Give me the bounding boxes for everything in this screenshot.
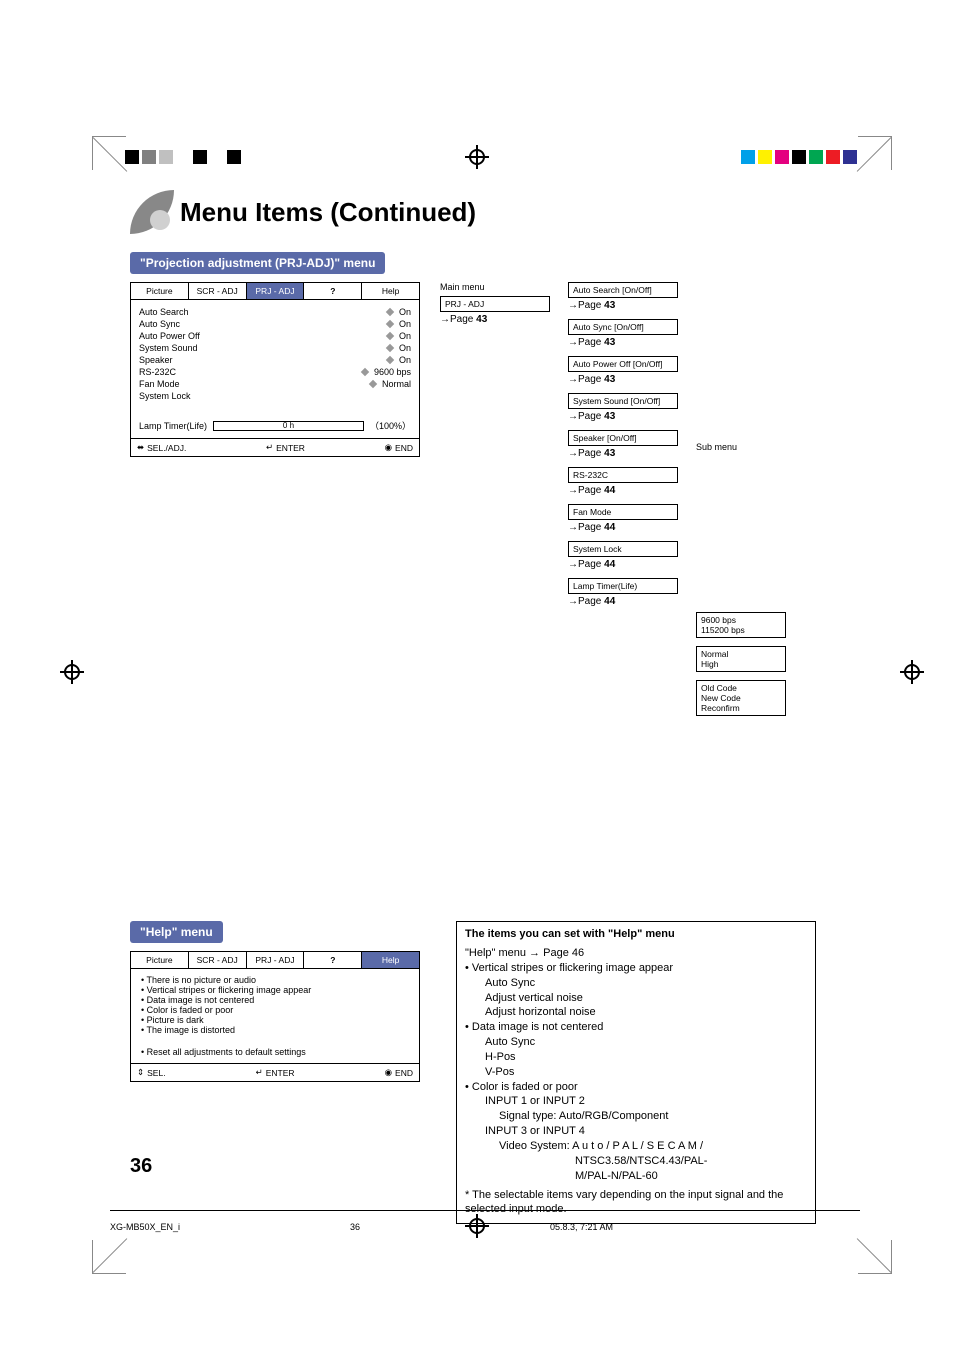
tree-pageref: →Page 43 <box>568 448 678 459</box>
help-reset: Reset all adjustments to default setting… <box>141 1047 409 1057</box>
reg-swatch <box>843 150 857 164</box>
tree-sub-node: 9600 bps115200 bps <box>696 612 786 638</box>
osd-row: Fan ModeNormal <box>139 378 411 390</box>
tree-sub-node: Old CodeNew CodeReconfirm <box>696 680 786 716</box>
tree-sub-label: Sub menu <box>696 442 786 452</box>
tree-node: Lamp Timer(Life) <box>568 578 678 594</box>
osd-tab: Help <box>362 952 419 968</box>
osd-tab: Picture <box>131 283 189 299</box>
reg-swatch <box>159 150 173 164</box>
help-osd-item: Data image is not centered <box>141 995 409 1005</box>
tree-main-label: Main menu <box>440 282 550 292</box>
reg-swatch <box>193 150 207 164</box>
osd-row: Auto Power OffOn <box>139 330 411 342</box>
prj-adj-section-label: "Projection adjustment (PRJ-ADJ)" menu <box>130 252 385 274</box>
tree-pageref: →Page 43 <box>568 374 678 385</box>
osd-tab: ? <box>304 283 362 299</box>
help-b1: Vertical stripes or flickering image app… <box>465 961 807 976</box>
help-items-box: The items you can set with "Help" menu "… <box>456 921 816 1224</box>
reg-swatch <box>176 150 190 164</box>
help-b2: Data image is not centered <box>465 1020 807 1035</box>
help-osd: PictureSCR - ADJPRJ - ADJ?Help There is … <box>130 951 420 1082</box>
menu-tree: Main menu PRJ - ADJ →Page 43 Auto Search… <box>440 282 786 761</box>
help-osd-item: Vertical stripes or flickering image app… <box>141 985 409 995</box>
help-note: * The selectable items vary depending on… <box>465 1188 807 1218</box>
help-osd-item: There is no picture or audio <box>141 975 409 985</box>
osd-tab: PRJ - ADJ <box>247 283 305 299</box>
help-osd-item: The image is distorted <box>141 1025 409 1035</box>
tree-pageref: →Page 44 <box>568 522 678 533</box>
prj-adj-osd: PictureSCR - ADJPRJ - ADJ?Help Auto Sear… <box>130 282 420 457</box>
tree-node: System Sound [On/Off] <box>568 393 678 409</box>
osd-tab: SCR - ADJ <box>189 283 247 299</box>
footer-end: ◉ END <box>385 442 413 453</box>
reg-swatch <box>809 150 823 164</box>
help-osd-item: Color is faded or poor <box>141 1005 409 1015</box>
crop-mark <box>92 136 126 170</box>
osd-row: Auto SearchOn <box>139 306 411 318</box>
tree-pageref: →Page 43 <box>568 337 678 348</box>
tree-pageref: →Page 43 <box>568 411 678 422</box>
osd-row: SpeakerOn <box>139 354 411 366</box>
osd-row: RS-232C9600 bps <box>139 366 411 378</box>
reg-swatch <box>142 150 156 164</box>
reg-swatch <box>826 150 840 164</box>
reg-swatch <box>792 150 806 164</box>
tree-pageref: →Page 43 <box>568 300 678 311</box>
footer-enter: ↵ ENTER <box>266 442 305 453</box>
footer-crosshair-icon <box>465 1214 489 1238</box>
center-crosshair-icon <box>465 145 489 169</box>
help-items-title: The items you can set with "Help" menu <box>465 928 807 940</box>
crop-mark <box>858 1240 892 1274</box>
reg-swatch <box>227 150 241 164</box>
tree-pageref: →Page 44 <box>568 559 678 570</box>
footer-sel: ⬌ SEL./ADJ. <box>137 442 186 453</box>
help-section-label: "Help" menu <box>130 921 223 943</box>
crop-mark <box>92 1240 126 1274</box>
page-title: Menu Items (Continued) <box>180 197 476 228</box>
tree-node: Speaker [On/Off] <box>568 430 678 446</box>
osd-row: System Lock <box>139 390 411 402</box>
side-crosshair-icon <box>60 660 84 684</box>
reg-swatch <box>210 150 224 164</box>
reg-swatch <box>125 150 139 164</box>
tree-pageref: →Page 43 <box>440 314 550 325</box>
tree-sub-node: NormalHigh <box>696 646 786 672</box>
reg-swatch <box>758 150 772 164</box>
side-crosshair-icon <box>900 660 924 684</box>
reg-swatch <box>741 150 755 164</box>
lamp-bar: 0 h <box>213 421 364 431</box>
help-intro: "Help" menu → Page 46 <box>465 946 807 961</box>
tree-node: System Lock <box>568 541 678 557</box>
lamp-label: Lamp Timer(Life) <box>139 421 207 431</box>
tree-node: Auto Sync [On/Off] <box>568 319 678 335</box>
title-bullet-icon <box>130 190 174 234</box>
tree-node: Auto Power Off [On/Off] <box>568 356 678 372</box>
footer-sel: ⇕ SEL. <box>137 1067 166 1078</box>
tree-node: RS-232C <box>568 467 678 483</box>
tree-node: Fan Mode <box>568 504 678 520</box>
help-osd-item: Picture is dark <box>141 1015 409 1025</box>
footer-rule <box>110 1210 860 1211</box>
osd-tab: PRJ - ADJ <box>247 952 305 968</box>
osd-tab: ? <box>304 952 362 968</box>
crop-mark <box>858 136 892 170</box>
osd-tab: Help <box>362 283 419 299</box>
reg-swatch <box>775 150 789 164</box>
tree-pageref: →Page 44 <box>568 596 678 607</box>
osd-row: System SoundOn <box>139 342 411 354</box>
tree-root: PRJ - ADJ <box>440 296 550 312</box>
footer-enter: ↵ ENTER <box>256 1067 295 1078</box>
tree-pageref: →Page 44 <box>568 485 678 496</box>
osd-row: Auto SyncOn <box>139 318 411 330</box>
page-number: 36 <box>130 1155 152 1178</box>
footer-end: ◉ END <box>385 1067 413 1078</box>
osd-tab: SCR - ADJ <box>189 952 247 968</box>
tree-node: Auto Search [On/Off] <box>568 282 678 298</box>
help-b3: Color is faded or poor <box>465 1080 807 1095</box>
reg-swatch <box>244 150 258 164</box>
osd-tab: Picture <box>131 952 189 968</box>
